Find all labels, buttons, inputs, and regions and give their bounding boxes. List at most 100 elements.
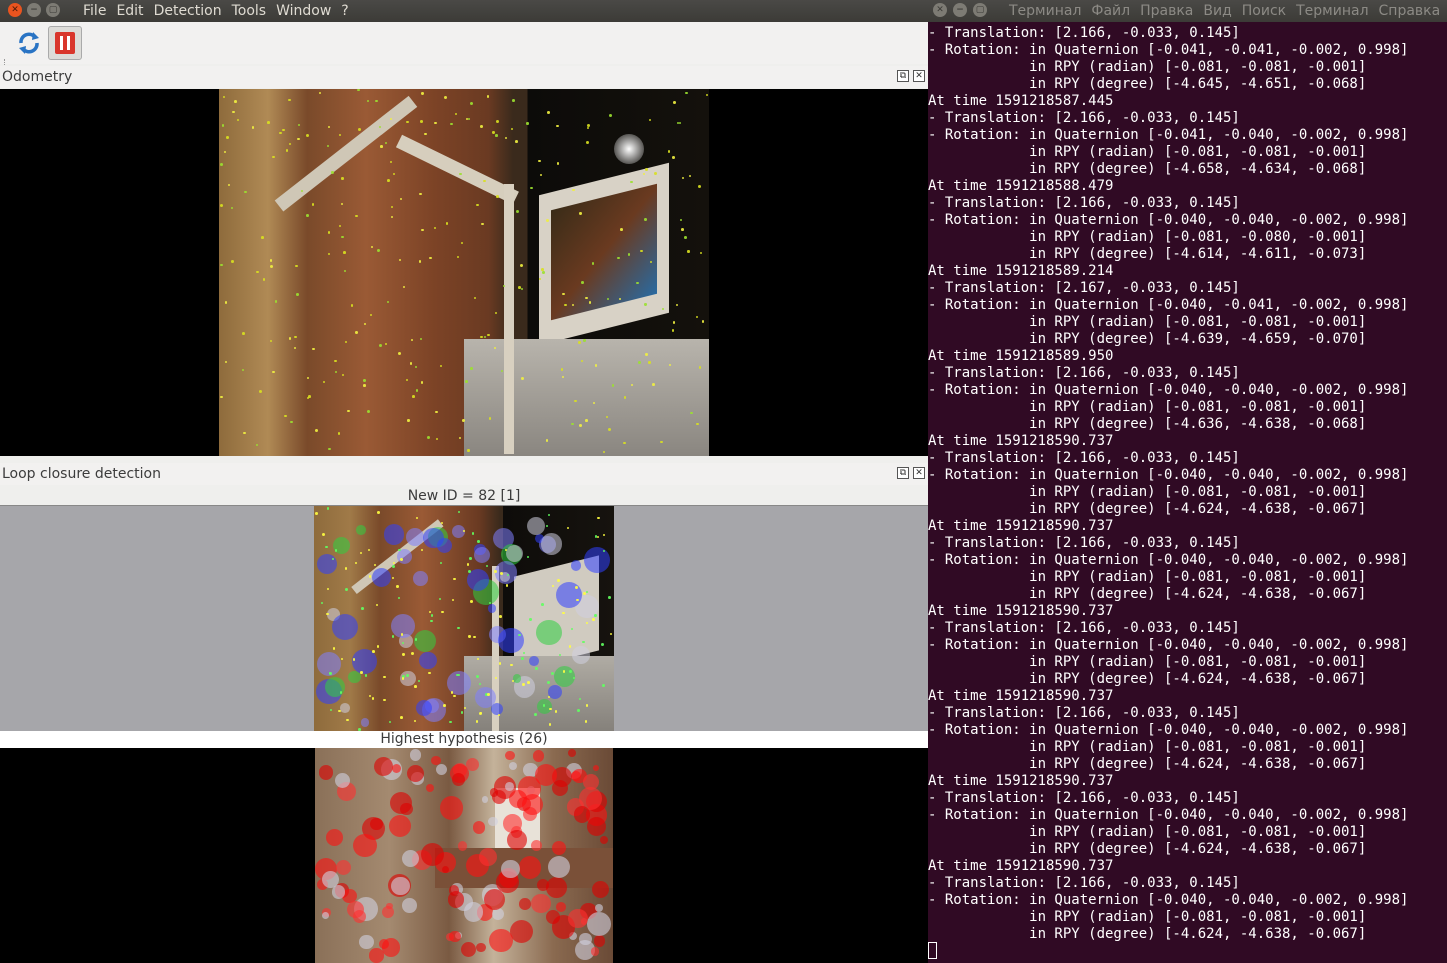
feature-marker	[546, 877, 567, 899]
terminal-menubar: Терминал Файл Правка Вид Поиск Терминал …	[1004, 0, 1445, 22]
pause-button[interactable]	[48, 26, 82, 60]
feature-marker	[472, 532, 475, 535]
menu-window[interactable]: Window	[271, 0, 336, 22]
feature-marker	[528, 656, 539, 666]
feature-marker	[602, 684, 606, 687]
maximize-window-button[interactable]: ▢	[46, 3, 60, 17]
feature-marker	[295, 265, 298, 268]
feature-marker	[645, 353, 648, 356]
app-titlebar: ✕ − ▢ File Edit Detection Tools Window ?	[0, 0, 928, 22]
menu-edit[interactable]: Правка	[1135, 0, 1198, 22]
menu-view[interactable]: Вид	[1198, 0, 1236, 22]
feature-marker	[369, 948, 384, 963]
feature-marker	[433, 226, 437, 230]
feature-marker	[526, 517, 545, 536]
close-icon[interactable]: ✕	[913, 70, 925, 82]
maximize-window-button[interactable]: ▢	[973, 3, 987, 17]
feature-marker	[487, 603, 497, 613]
feature-marker	[448, 720, 452, 724]
feature-marker	[557, 579, 561, 582]
menu-terminal[interactable]: Терминал	[1291, 0, 1373, 22]
feature-marker	[347, 409, 350, 413]
terminal-line: in RPY (degree) [-4.624, -4.638, -0.067]	[928, 586, 1367, 602]
feature-marker	[502, 284, 505, 288]
feature-marker	[414, 685, 417, 688]
feature-marker	[428, 611, 431, 614]
feature-marker	[585, 621, 588, 624]
feature-marker	[506, 573, 509, 577]
terminal-line: in RPY (degree) [-4.639, -4.659, -0.070]	[928, 331, 1367, 347]
feature-marker	[237, 118, 240, 121]
feature-marker	[364, 674, 367, 677]
minimize-window-button[interactable]: −	[27, 3, 41, 17]
feature-marker	[400, 633, 404, 636]
menu-search[interactable]: Поиск	[1237, 0, 1291, 22]
odometry-view	[0, 89, 928, 456]
feature-marker	[474, 546, 491, 563]
feature-marker	[379, 344, 383, 348]
feature-marker	[509, 663, 513, 667]
feature-marker	[477, 539, 480, 543]
float-icon[interactable]: ⧉	[897, 467, 909, 479]
feature-marker	[327, 125, 331, 129]
feature-marker	[540, 533, 562, 555]
feature-marker	[469, 557, 473, 561]
feature-marker	[553, 665, 576, 687]
close-window-button[interactable]: ✕	[8, 3, 22, 17]
feature-marker	[290, 420, 293, 424]
terminal-output[interactable]: - Translation: [2.166, -0.033, 0.145] - R…	[928, 25, 1447, 943]
feature-marker	[452, 772, 466, 786]
refresh-button[interactable]	[12, 26, 46, 60]
terminal-line: in RPY (radian) [-0.081, -0.081, -0.001]	[928, 314, 1367, 330]
feature-marker	[560, 368, 564, 371]
feature-marker	[434, 121, 437, 125]
feature-marker	[275, 300, 278, 303]
feature-marker	[409, 362, 413, 366]
feature-marker	[294, 347, 297, 350]
terminal-line: - Translation: [2.166, -0.033, 0.145]	[928, 620, 1240, 636]
feature-marker	[256, 270, 259, 274]
terminal-line: in RPY (degree) [-4.624, -4.638, -0.067]	[928, 926, 1367, 942]
menu-edit[interactable]: Edit	[111, 0, 148, 22]
feature-marker	[454, 113, 457, 116]
terminal-line: - Rotation: in Quaternion [-0.041, -0.04…	[928, 127, 1409, 143]
menu-tools[interactable]: Tools	[227, 0, 272, 22]
feature-marker	[469, 101, 473, 105]
minimize-window-button[interactable]: −	[953, 3, 967, 17]
feature-marker	[322, 912, 329, 920]
feature-marker	[406, 378, 409, 381]
feature-marker	[361, 607, 365, 610]
feature-marker	[534, 666, 538, 670]
menu-help[interactable]: ?	[336, 0, 353, 22]
close-icon[interactable]: ✕	[913, 467, 925, 479]
feature-marker	[457, 841, 467, 851]
float-icon[interactable]: ⧉	[897, 70, 909, 82]
feature-marker	[551, 841, 566, 856]
menu-help[interactable]: Справка	[1374, 0, 1446, 22]
feature-marker	[476, 203, 479, 207]
feature-marker	[475, 674, 479, 678]
close-window-button[interactable]: ✕	[933, 3, 947, 17]
menu-file[interactable]: File	[78, 0, 111, 22]
feature-marker	[671, 156, 675, 159]
feature-marker	[288, 337, 292, 340]
terminal-line: - Translation: [2.167, -0.033, 0.145]	[928, 280, 1240, 296]
menu-detection[interactable]: Detection	[149, 0, 227, 22]
feature-marker	[478, 847, 497, 866]
menu-file[interactable]: Файл	[1086, 0, 1135, 22]
feature-marker	[529, 618, 532, 621]
terminal-line: in RPY (radian) [-0.081, -0.081, -0.001]	[928, 144, 1367, 160]
feature-marker	[498, 627, 524, 654]
feature-marker	[462, 529, 466, 532]
feature-marker	[371, 568, 391, 588]
feature-marker	[356, 525, 366, 535]
feature-marker	[355, 562, 358, 565]
feature-marker	[618, 297, 622, 300]
feature-marker	[392, 565, 396, 568]
feature-marker	[676, 304, 679, 307]
feature-marker	[661, 307, 664, 310]
feature-marker	[366, 410, 370, 414]
feature-marker	[389, 160, 393, 163]
terminal-line: - Rotation: in Quaternion [-0.040, -0.04…	[928, 297, 1409, 313]
feature-marker	[595, 903, 604, 912]
